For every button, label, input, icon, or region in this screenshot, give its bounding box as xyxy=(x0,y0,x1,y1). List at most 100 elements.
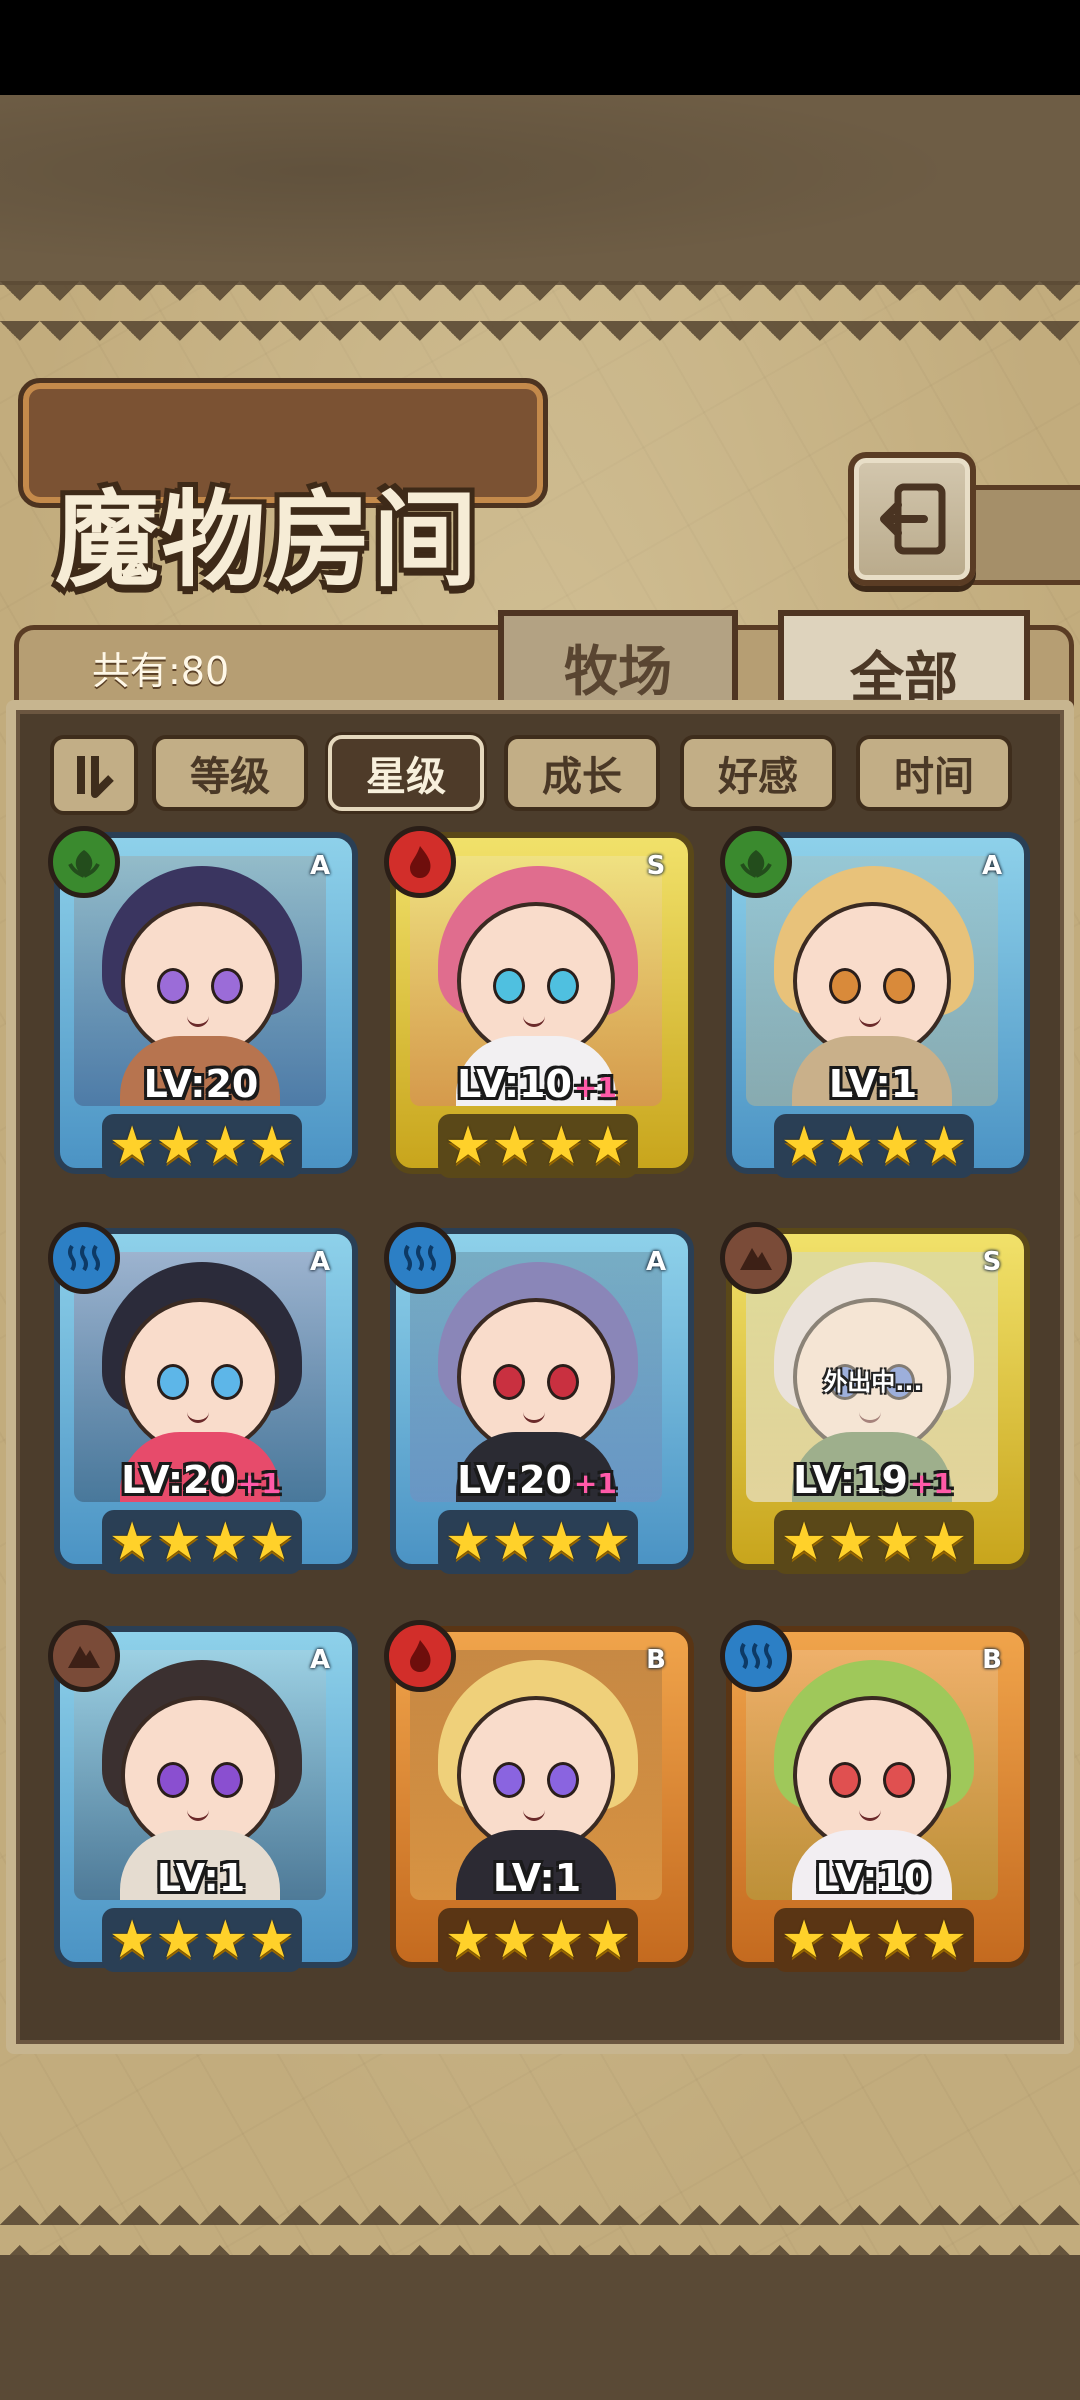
star-rating: ★ ★ ★ ★ xyxy=(102,1908,302,1972)
water-element-icon xyxy=(740,1642,772,1670)
portrait-mouth xyxy=(523,1808,545,1821)
star-icon: ★ xyxy=(202,1910,249,1970)
portrait-mouth xyxy=(859,1014,881,1027)
map-background-top xyxy=(0,95,1080,285)
level-value: LV:20 xyxy=(143,1062,259,1106)
star-icon: ★ xyxy=(827,1910,874,1970)
level-value: LV:20 xyxy=(457,1458,572,1502)
level-bonus: +1 xyxy=(573,1467,617,1500)
star-icon: ★ xyxy=(491,1116,538,1176)
return-arrow-icon xyxy=(880,483,946,555)
star-icon: ★ xyxy=(248,1512,296,1572)
portrait-mouth xyxy=(187,1014,209,1027)
star-icon: ★ xyxy=(874,1512,921,1572)
monster-card[interactable]: A LV:1 ★ ★ ★ ★ xyxy=(48,1620,358,1980)
portrait-eye xyxy=(493,1762,525,1798)
star-icon: ★ xyxy=(538,1116,585,1176)
status-text: 外出中... xyxy=(823,1368,923,1396)
star-icon: ★ xyxy=(248,1910,296,1970)
star-icon: ★ xyxy=(920,1116,968,1176)
element-badge xyxy=(48,1620,120,1692)
portrait-eye xyxy=(157,1762,189,1798)
portrait-mouth xyxy=(859,1808,881,1821)
star-icon: ★ xyxy=(874,1910,921,1970)
portrait-eye xyxy=(157,968,189,1004)
star-rating: ★ ★ ★ ★ xyxy=(438,1510,638,1574)
star-icon: ★ xyxy=(155,1512,202,1572)
fire-element-icon xyxy=(410,846,431,878)
monster-card[interactable]: B LV:10 ★ ★ ★ ★ xyxy=(720,1620,1030,1980)
portrait-eye xyxy=(211,968,243,1004)
star-rating: ★ ★ ★ ★ xyxy=(102,1114,302,1178)
portrait-eye xyxy=(829,968,861,1004)
star-icon: ★ xyxy=(444,1116,492,1176)
sort-level-button[interactable]: 等级 xyxy=(152,735,308,811)
level-label: LV:1 xyxy=(414,1856,660,1900)
element-badge xyxy=(384,1222,456,1294)
star-icon: ★ xyxy=(538,1512,585,1572)
star-icon: ★ xyxy=(108,1512,156,1572)
level-value: LV:1 xyxy=(156,1856,246,1900)
element-badge xyxy=(48,826,120,898)
star-icon: ★ xyxy=(155,1116,202,1176)
portrait-mouth xyxy=(187,1808,209,1821)
sort-time-button[interactable]: 时间 xyxy=(856,735,1012,811)
portrait-eye xyxy=(493,1364,525,1400)
rock-element-icon xyxy=(68,1646,100,1668)
level-value: LV:20 xyxy=(121,1458,236,1502)
monster-card[interactable]: B LV:1 ★ ★ ★ ★ xyxy=(384,1620,694,1980)
portrait-eye xyxy=(211,1762,243,1798)
portrait-eye xyxy=(157,1364,189,1400)
level-label: LV:20 xyxy=(78,1062,324,1106)
element-badge xyxy=(720,826,792,898)
portrait-eye xyxy=(547,1762,579,1798)
star-rating: ★ ★ ★ ★ xyxy=(438,1114,638,1178)
monster-card[interactable]: A LV:20+1 ★ ★ ★ ★ xyxy=(48,1222,358,1582)
monster-card[interactable]: A LV:1 ★ ★ ★ ★ xyxy=(720,826,1030,1186)
portrait-eye xyxy=(493,968,525,1004)
level-value: LV:10 xyxy=(457,1062,572,1106)
star-rating: ★ ★ ★ ★ xyxy=(102,1510,302,1574)
page-title: 魔物房间 xyxy=(55,478,480,601)
level-label: LV:20+1 xyxy=(78,1458,324,1502)
star-icon: ★ xyxy=(780,1512,828,1572)
star-icon: ★ xyxy=(920,1910,968,1970)
element-badge xyxy=(384,826,456,898)
sort-order-toggle[interactable] xyxy=(50,735,138,815)
star-icon: ★ xyxy=(584,1910,632,1970)
star-icon: ★ xyxy=(491,1512,538,1572)
back-button[interactable] xyxy=(848,452,976,586)
level-label: LV:10+1 xyxy=(414,1062,660,1106)
rock-element-icon xyxy=(740,1248,772,1270)
monster-card[interactable]: S 外出中... LV:19+1 ★ ★ ★ ★ xyxy=(720,1222,1030,1582)
level-label: LV:20+1 xyxy=(414,1458,660,1502)
star-icon: ★ xyxy=(920,1512,968,1572)
level-value: LV:1 xyxy=(828,1062,918,1106)
portrait-mouth xyxy=(523,1410,545,1423)
monster-card[interactable]: S LV:10+1 ★ ★ ★ ★ xyxy=(384,826,694,1186)
portrait-mouth xyxy=(187,1410,209,1423)
monster-card[interactable]: A LV:20 ★ ★ ★ ★ xyxy=(48,826,358,1186)
rank-badge: A xyxy=(645,1247,667,1277)
element-badge xyxy=(384,1620,456,1692)
sort-growth-button[interactable]: 成长 xyxy=(504,735,660,811)
sort-affection-button[interactable]: 好感 xyxy=(680,735,836,811)
total-count: 共有:80 xyxy=(92,649,230,693)
star-icon: ★ xyxy=(780,1116,828,1176)
rank-badge: A xyxy=(309,1247,331,1277)
sort-star-button[interactable]: 星级 xyxy=(328,735,484,811)
portrait-eye xyxy=(211,1364,243,1400)
torn-edge-top xyxy=(0,281,1080,341)
rank-badge: A xyxy=(981,851,1003,881)
star-rating: ★ ★ ★ ★ xyxy=(774,1908,974,1972)
level-value: LV:10 xyxy=(815,1856,931,1900)
star-icon: ★ xyxy=(491,1910,538,1970)
rank-badge: S xyxy=(982,1247,1002,1277)
rank-badge: B xyxy=(646,1645,666,1675)
star-icon: ★ xyxy=(584,1512,632,1572)
monster-card[interactable]: A LV:20+1 ★ ★ ★ ★ xyxy=(384,1222,694,1582)
level-bonus: +1 xyxy=(909,1467,953,1500)
star-icon: ★ xyxy=(538,1910,585,1970)
portrait-eye xyxy=(883,1762,915,1798)
level-value: LV:19 xyxy=(793,1458,908,1502)
